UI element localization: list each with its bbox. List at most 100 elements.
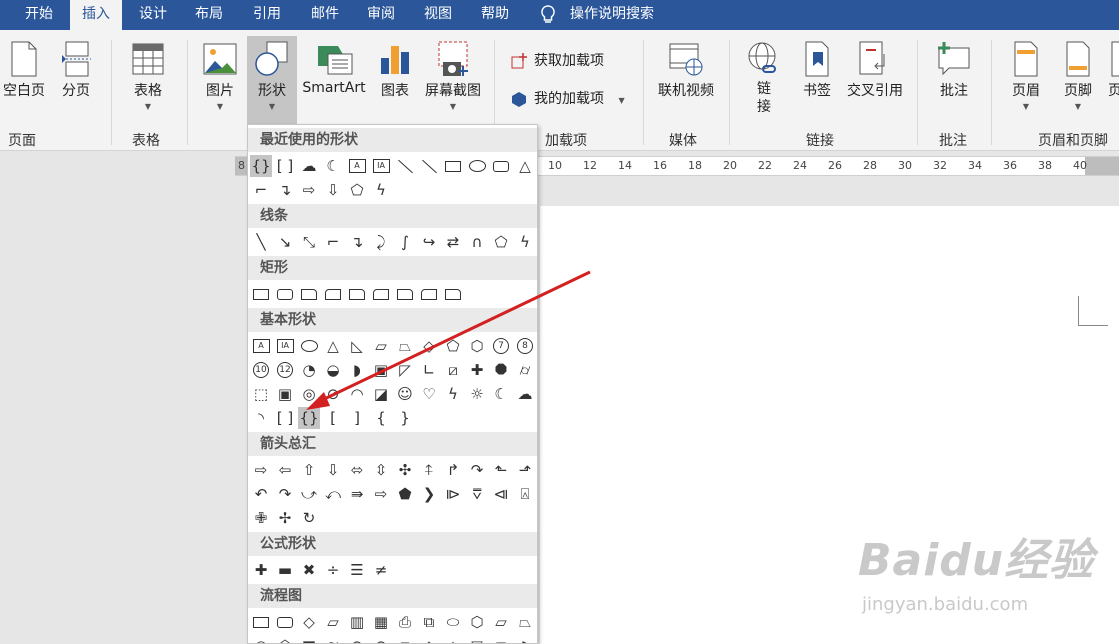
pentagon-icon[interactable]: ⬠ (442, 335, 464, 357)
l-shape-icon[interactable]: ∟ (418, 359, 440, 381)
elbow-connector-icon[interactable]: ⌐ (322, 231, 344, 253)
flowchart-decision-icon[interactable]: ◇ (298, 611, 320, 633)
footer-button[interactable]: 页脚 ▼ (1056, 40, 1100, 111)
text-box-icon[interactable]: A (346, 155, 368, 177)
smartart-button[interactable]: SmartArt (300, 40, 368, 96)
moon-icon[interactable]: ☾ (322, 155, 344, 177)
left-arrow-callout-icon[interactable]: ⧏ (490, 483, 512, 505)
flowchart-collate-icon[interactable]: ⧖ (394, 635, 416, 643)
left-right-arrow-icon[interactable]: ⬄ (346, 459, 368, 481)
tab-mailings[interactable]: 邮件 (300, 0, 350, 30)
right-arrow-icon[interactable]: ⇨ (298, 179, 320, 201)
flowchart-stored-data-icon[interactable]: ⊏ (490, 635, 512, 643)
plus-icon[interactable]: ✚ (250, 559, 272, 581)
arrow-line-icon[interactable]: ↘ (274, 231, 296, 253)
elbow-arrow-connector-icon[interactable]: ↴ (274, 179, 296, 201)
heart-icon[interactable]: ♡ (418, 383, 440, 405)
tab-design[interactable]: 设计 (128, 0, 178, 30)
multiply-icon[interactable]: ✖ (298, 559, 320, 581)
can-icon[interactable]: ⌭ (514, 359, 536, 381)
link-button[interactable]: 链 接 (744, 40, 784, 116)
curved-up-arrow-icon[interactable]: ⤻ (298, 483, 320, 505)
line-icon[interactable]: ╲ (250, 231, 272, 253)
double-brace-icon[interactable]: {} (250, 155, 272, 177)
folded-corner-icon[interactable]: ◪ (370, 383, 392, 405)
flowchart-sort-icon[interactable]: ◇ (418, 635, 440, 643)
cloud-icon[interactable]: ☁ (298, 155, 320, 177)
flowchart-document-icon[interactable]: ⎙ (394, 611, 416, 633)
bracket-pair-icon[interactable]: [ ] (274, 407, 296, 429)
bracket-pair-icon[interactable]: [ ] (274, 155, 296, 177)
circular-arrow-icon[interactable]: ↻ (298, 507, 320, 529)
parallelogram-icon[interactable]: ▱ (370, 335, 392, 357)
flowchart-punched-tape-icon[interactable]: ≋ (322, 635, 344, 643)
octagon-icon[interactable]: 8 (514, 335, 536, 357)
freeform-icon[interactable]: ⬠ (490, 231, 512, 253)
oval-icon[interactable] (466, 155, 488, 177)
page-number-button[interactable]: 页 (1108, 40, 1119, 100)
snip-same-side-icon[interactable] (322, 283, 344, 305)
screenshot-button[interactable]: 屏幕截图 ▼ (420, 40, 486, 111)
down-arrow-icon[interactable]: ⇩ (322, 459, 344, 481)
lightning-bolt-icon[interactable]: ϟ (442, 383, 464, 405)
hexagon-icon[interactable]: ⬡ (466, 335, 488, 357)
tab-insert[interactable]: 插入 (70, 0, 122, 30)
left-right-up-arrow-icon[interactable]: ⍏ (418, 459, 440, 481)
line-icon[interactable] (394, 155, 416, 177)
decagon-icon[interactable]: 10 (250, 359, 272, 381)
rectangle-icon[interactable] (250, 283, 272, 305)
table-button[interactable]: 表格 ▼ (128, 40, 168, 111)
flowchart-preparation-icon[interactable]: ⬡ (466, 611, 488, 633)
comment-button[interactable]: 批注 (932, 40, 976, 100)
curved-connector-icon[interactable]: ∫ (394, 231, 416, 253)
up-arrow-callout-icon[interactable]: ⍓ (514, 483, 536, 505)
rectangle-icon[interactable] (442, 155, 464, 177)
equal-icon[interactable]: ☰ (346, 559, 368, 581)
flowchart-alternate-process-icon[interactable] (274, 611, 296, 633)
flowchart-data-icon[interactable]: ▱ (322, 611, 344, 633)
bevel-icon[interactable]: ▣ (274, 383, 296, 405)
snip-single-corner-icon[interactable] (298, 283, 320, 305)
double-arrow-line-icon[interactable]: ⤡ (298, 231, 320, 253)
rounded-rectangle-icon[interactable] (274, 283, 296, 305)
minus-icon[interactable]: ▬ (274, 559, 296, 581)
flowchart-connector-icon[interactable]: ○ (250, 635, 272, 643)
division-icon[interactable]: ÷ (322, 559, 344, 581)
down-arrow-callout-icon[interactable]: ⩢ (466, 483, 488, 505)
round-single-corner-icon[interactable] (394, 283, 416, 305)
elbow-arrow-connector-icon[interactable]: ↴ (346, 231, 368, 253)
tab-home[interactable]: 开始 (14, 0, 64, 30)
pentagon-arrow-icon[interactable]: ⬟ (394, 483, 416, 505)
get-addins-button[interactable]: 获取加载项 (510, 50, 604, 72)
snip-round-single-icon[interactable] (370, 283, 392, 305)
flowchart-summing-junction-icon[interactable]: ⊗ (346, 635, 368, 643)
flowchart-merge-icon[interactable]: ▽ (466, 635, 488, 643)
rounded-rectangle-icon[interactable] (490, 155, 512, 177)
right-arrow-callout-icon[interactable]: ⧐ (442, 483, 464, 505)
heptagon-icon[interactable]: 7 (490, 335, 512, 357)
chart-button[interactable]: 图表 (376, 40, 414, 100)
right-brace-icon[interactable]: } (394, 407, 416, 429)
trapezoid-icon[interactable]: ⏢ (394, 335, 416, 357)
left-up-arrow-icon[interactable]: ⬑ (490, 459, 512, 481)
flowchart-or-icon[interactable]: ⊕ (370, 635, 392, 643)
not-equal-icon[interactable]: ≠ (370, 559, 392, 581)
flowchart-delay-icon[interactable]: ◗ (514, 635, 536, 643)
flowchart-manual-operation-icon[interactable]: ⏢ (514, 611, 536, 633)
quad-arrow-icon[interactable]: ✣ (394, 459, 416, 481)
header-button[interactable]: 页眉 ▼ (1004, 40, 1048, 111)
flowchart-multidocument-icon[interactable]: ⧉ (418, 611, 440, 633)
flowchart-offpage-connector-icon[interactable]: ⬠ (274, 635, 296, 643)
pictures-button[interactable]: 图片 ▼ (198, 40, 242, 111)
diagonal-stripe-icon[interactable]: ⧄ (442, 359, 464, 381)
scribble-icon[interactable]: ϟ (514, 231, 536, 253)
cloud-icon[interactable]: ☁ (514, 383, 536, 405)
snip-corner-icon[interactable]: ⬠ (346, 179, 368, 201)
tab-review[interactable]: 审阅 (356, 0, 406, 30)
bent-arrow-icon[interactable]: ↱ (442, 459, 464, 481)
diamond-icon[interactable]: ◇ (418, 335, 440, 357)
arrow-line-icon[interactable] (418, 155, 440, 177)
curved-left-arrow-icon[interactable]: ↷ (274, 483, 296, 505)
flowchart-terminator-icon[interactable]: ⬭ (442, 611, 464, 633)
curved-arrow-connector-icon[interactable]: ↪ (418, 231, 440, 253)
